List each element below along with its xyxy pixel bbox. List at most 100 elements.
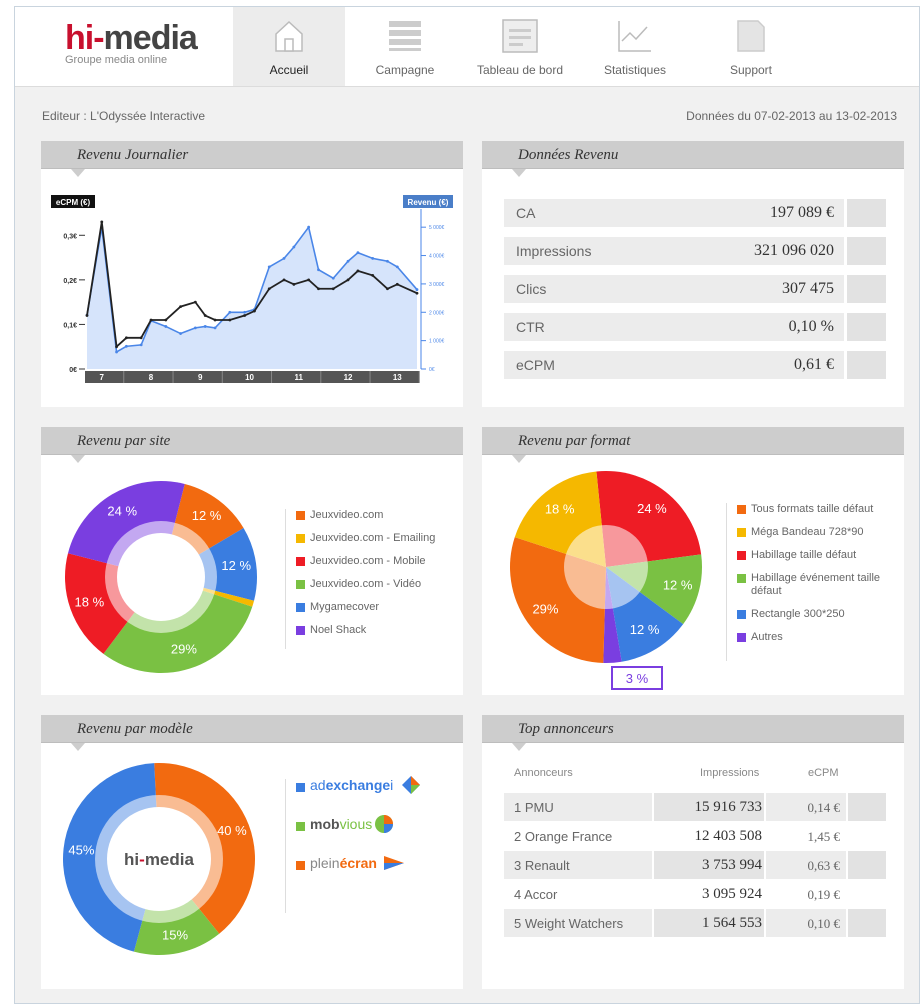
daily-revenue-chart: eCPM (€) Revenu (€) 0€ 0,1€ 0,2€ 0,3€ 0€ 1 000€… xyxy=(51,195,453,383)
ecpm-point xyxy=(179,305,182,308)
ecpm-point xyxy=(292,282,296,286)
ecpm-point xyxy=(395,282,399,286)
panel-title: Top annonceurs xyxy=(518,721,614,737)
panel-header: Revenu par site xyxy=(41,427,463,463)
nav-tab-support[interactable]: Support xyxy=(705,7,797,86)
revenue-point xyxy=(371,256,375,260)
pleinecran-logo-part: écran xyxy=(339,855,377,871)
slice-label: 29% xyxy=(171,641,197,656)
slice-label: 18 % xyxy=(75,594,105,609)
ecpm-point xyxy=(213,318,217,322)
advertiser-impressions: 1 564 553 xyxy=(702,915,762,931)
revenue-point xyxy=(243,310,247,314)
table-row[interactable]: 5 Weight Watchers 1 564 553 0,10 € xyxy=(504,909,886,937)
mobvious-logo-part: vious xyxy=(339,816,373,832)
publisher-label: Editeur : L'Odyssée Interactive xyxy=(42,109,206,123)
panel-revenu-journalier: Revenu Journalier eCPM (€) Revenu (€) 0€ 0,… xyxy=(41,141,463,407)
legend-item: Tous formats taille défaut xyxy=(737,503,894,516)
legend-label: Jeuxvideo.com - Emailing xyxy=(310,532,436,544)
row-cell-bg xyxy=(848,822,886,850)
himedia-logo[interactable]: hi-media Groupe media online xyxy=(65,21,198,66)
mobvious-logo-part: mob xyxy=(310,816,340,832)
slice-label: 12 % xyxy=(192,508,222,523)
advertiser-ecpm: 0,19 € xyxy=(807,887,841,902)
adexchange-logo-part: ad xyxy=(310,777,326,793)
revenue-point xyxy=(179,332,182,335)
ecpm-point xyxy=(164,318,168,322)
revenue-point xyxy=(193,326,197,330)
x-tick-label: 7 xyxy=(100,373,105,382)
legend-swatch xyxy=(737,528,746,537)
advertiser-impressions: 15 916 733 xyxy=(694,799,763,815)
model-donut-chart: 40 % 15% 45% hi-media xyxy=(63,763,256,955)
ecpm-point xyxy=(193,300,197,304)
legend-swatch xyxy=(296,783,305,792)
ecpm-point xyxy=(125,336,128,340)
date-range-label: Données du 07-02-2013 au 13-02-2013 xyxy=(686,109,897,123)
revenue-point xyxy=(139,343,143,347)
table-row[interactable]: 4 Accor 3 095 924 0,19 € xyxy=(504,880,886,908)
stats-icon xyxy=(617,19,653,56)
nav-tab-accueil[interactable]: Accueil xyxy=(233,7,345,86)
y-tick-label-right: 5 000€ xyxy=(429,225,445,231)
legend-label: Noel Shack xyxy=(310,624,367,636)
row-cell-bg xyxy=(848,793,886,821)
advertiser-name: 2 Orange France xyxy=(514,829,613,844)
site-donut-chart: 12 % 12 % 29% 18 % 24 % xyxy=(64,481,257,673)
revenue-point xyxy=(395,265,399,269)
legend-item: Rectangle 300*250 xyxy=(737,608,894,621)
y-tick-label-left: 0,1€ xyxy=(63,322,77,329)
panel-pointer xyxy=(512,169,526,177)
adexchange-logo-part: i xyxy=(390,777,394,793)
advertiser-ecpm: 0,14 € xyxy=(807,800,841,815)
advertiser-impressions: 3 753 994 xyxy=(702,857,762,873)
ecpm-point xyxy=(253,309,256,313)
table-row[interactable]: 1 PMU 15 916 733 0,14 € xyxy=(504,793,886,821)
right-axis-label: Revenu (€) xyxy=(408,198,449,207)
advertiser-name: 4 Accor xyxy=(514,887,558,902)
legend-label: Jeuxvideo.com - Vidéo xyxy=(310,578,422,590)
table-row[interactable]: 3 Renault 3 753 994 0,63 € xyxy=(504,851,886,879)
revenue-row-ca: CA 197 089 € xyxy=(504,199,886,227)
left-axis-label: eCPM (€) xyxy=(56,198,91,207)
advertiser-impressions: 12 403 508 xyxy=(694,828,763,844)
advertiser-ecpm: 1,45 € xyxy=(807,829,841,844)
panel-revenu-par-modele: Revenu par modèle 40 % 15% 45% hi-media ade… xyxy=(41,715,463,989)
nav-tab-tableau-de-bord[interactable]: Tableau de bord xyxy=(465,7,575,86)
site-legend: Jeuxvideo.com Jeuxvideo.com - Emailing J… xyxy=(285,509,435,649)
y-tick-label-left: 0,3€ xyxy=(63,233,77,240)
y-tick-label-right: 4 000€ xyxy=(429,254,445,260)
legend-swatch xyxy=(296,822,305,831)
legend-label: Rectangle 300*250 xyxy=(751,608,845,620)
revenue-row-ctr: CTR 0,10 % xyxy=(504,313,886,341)
logo-hi: hi xyxy=(65,19,94,57)
himedia-center-logo: hi-media xyxy=(124,850,194,869)
nav-tab-campagne[interactable]: Campagne xyxy=(355,7,455,86)
panel-revenu-par-format: Revenu par format 24 % 12 % 12 % 29% 18 % 3 %… xyxy=(482,427,904,695)
pleinecran-logo-part: plein xyxy=(310,855,340,871)
legend-item: Jeuxvideo.com - Vidéo xyxy=(296,578,435,591)
legend-item: Méga Bandeau 728*90 xyxy=(737,526,894,539)
panel-pointer xyxy=(512,743,526,751)
panel-header: Revenu par modèle xyxy=(41,715,463,751)
revenue-row-ecpm: eCPM 0,61 € xyxy=(504,351,886,379)
panel-header: Top annonceurs xyxy=(482,715,904,751)
y-tick-label-right: 0€ xyxy=(429,367,435,373)
ecpm-point xyxy=(371,274,375,277)
row-cell-bg xyxy=(848,909,886,937)
nav-tab-statistiques[interactable]: Statistiques xyxy=(585,7,685,86)
ecpm-point xyxy=(149,318,153,322)
table-row[interactable]: 2 Orange France 12 403 508 1,45 € xyxy=(504,822,886,850)
revenue-point xyxy=(346,259,350,263)
adexchange-logo-part: exchange xyxy=(325,777,391,793)
slice-label: 29% xyxy=(532,602,558,617)
slice-label: 18 % xyxy=(545,501,575,516)
revenue-row-impressions: Impressions 321 096 020 xyxy=(504,237,886,265)
y-tick-label-right: 1 000€ xyxy=(429,339,445,345)
adexchange-logo-icon xyxy=(402,776,420,794)
revenue-point xyxy=(213,326,217,330)
y-tick-label-right: 3 000€ xyxy=(429,282,445,288)
legend-swatch xyxy=(296,511,305,520)
app-window: hi-media Groupe media online Accueil Cam… xyxy=(14,6,920,1004)
panel-title: Données Revenu xyxy=(518,147,619,163)
